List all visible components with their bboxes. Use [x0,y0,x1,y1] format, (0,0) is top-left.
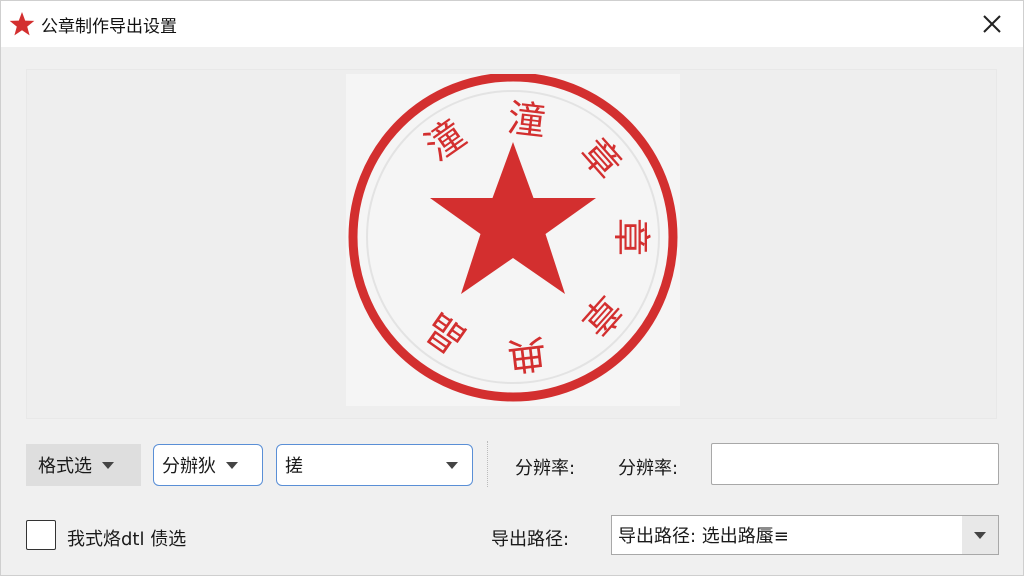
chevron-down-icon [102,461,114,469]
close-icon [983,15,1001,33]
seal-preview-area: 潼潼章章章典晶 [26,69,997,419]
chevron-down-icon [226,461,238,469]
window-title: 公章制作导出设置 [41,16,177,37]
format-select-button[interactable]: 格式选 [26,444,141,486]
format-select-label: 格式选 [38,456,92,477]
export-settings-dialog: 公章制作导出设置 潼潼章章章典晶 格式选 分辦狄 搓 分辨率: 分辨率: 我式烙 [0,0,1024,576]
resolution-label-secondary: 分辨率: [618,458,679,479]
resolution-dropdown-label: 分辦狄 [162,456,216,477]
seal-image: 潼潼章章章典晶 [348,74,678,402]
option-dropdown-label: 搓 [285,456,303,477]
export-path-label: 导出路径: [491,529,570,550]
export-path-dropdown-button[interactable] [962,516,998,554]
title-bar: 公章制作导出设置 [1,1,1023,47]
checkbox-label: 我式烙dtl 债选 [67,529,187,550]
resolution-label: 分辨率: [515,458,576,479]
chevron-down-icon [446,462,458,469]
seal-char: 章 [609,218,653,256]
resolution-input[interactable] [711,443,999,485]
export-path-value: 导出路径: 选出路蜃≡ [618,526,789,547]
chevron-down-icon [974,531,986,539]
close-button[interactable] [977,9,1007,39]
star-icon [430,142,596,294]
resolution-dropdown[interactable]: 分辦狄 [153,444,263,486]
export-path-dropdown[interactable]: 导出路径: 选出路蜃≡ [611,515,999,555]
export-option-checkbox[interactable] [26,520,56,550]
seal-char: 典 [505,330,548,378]
seal-char: 潼 [505,96,548,144]
toolbar-separator [487,441,488,487]
option-dropdown[interactable]: 搓 [276,444,473,486]
red-star-icon [9,12,35,36]
